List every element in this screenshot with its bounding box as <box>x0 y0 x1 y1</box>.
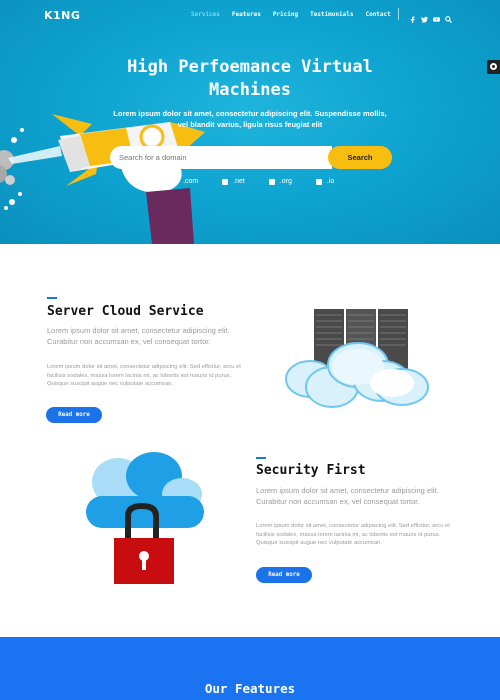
hero-section: K1NG Services Features Pricing Testimoni… <box>0 0 500 244</box>
search-button[interactable]: Search <box>328 146 392 169</box>
search-icon[interactable] <box>445 10 452 23</box>
domain-search-form: Search <box>110 146 392 169</box>
section-title-security: Security First <box>256 463 366 478</box>
nav-link-features[interactable]: Features <box>232 11 261 18</box>
section-body-security: Lorem ipsum dolor sit amet, consectetur … <box>256 523 450 547</box>
domain-search-input[interactable] <box>110 146 332 169</box>
twitter-icon[interactable] <box>421 10 428 23</box>
section-title-server: Server Cloud Service <box>47 304 204 319</box>
tld-label: .io <box>326 178 335 185</box>
checkbox[interactable] <box>222 178 229 185</box>
checkbox[interactable] <box>315 178 322 185</box>
tld-option-com[interactable]: .com <box>172 178 198 185</box>
read-more-button[interactable]: Read more <box>256 567 312 583</box>
checkbox[interactable] <box>268 178 275 185</box>
section-lead-server: Lorem ipsum dolor sit amet, consectetur … <box>47 326 230 346</box>
lock-cloud-illustration <box>86 452 204 584</box>
settings-gear-icon[interactable] <box>487 60 500 74</box>
section-body-server: Lorem ipsum dolor sit amet, consectetur … <box>47 364 241 388</box>
section-accent-line <box>256 457 266 459</box>
checkbox[interactable] <box>172 178 178 185</box>
top-navbar: K1NG Services Features Pricing Testimoni… <box>0 0 500 30</box>
section-lead-security: Lorem ipsum dolor sit amet, consectetur … <box>256 486 439 506</box>
hero-subtitle: Lorem ipsum dolor sit amet, consectetur … <box>113 109 387 129</box>
features-title: Our Features <box>204 681 296 696</box>
read-more-button[interactable]: Read more <box>46 407 102 423</box>
rocket-hand-illustration <box>0 114 205 244</box>
logo[interactable]: K1NG <box>44 9 80 22</box>
social-links <box>409 10 452 23</box>
nav-link-services[interactable]: Services <box>191 11 220 18</box>
hero-title: High Perfoemance Virtual Machines <box>127 57 373 100</box>
tld-label: .com <box>183 178 199 185</box>
facebook-icon[interactable] <box>409 10 416 23</box>
tld-option-org[interactable]: .org <box>268 178 292 185</box>
tld-option-net[interactable]: .net <box>222 178 245 185</box>
tld-option-io[interactable]: .io <box>315 178 335 185</box>
nav-link-testimonials[interactable]: Testimonials <box>310 11 353 18</box>
main-menu: Services Features Pricing Testimonials C… <box>191 11 403 18</box>
section-accent-line <box>47 297 57 299</box>
features-section: Our Features <box>0 637 500 700</box>
tld-label: .net <box>233 178 245 185</box>
tld-checkbox-list: .com .net .org .io <box>172 178 358 185</box>
server-cloud-illustration <box>285 309 429 408</box>
nav-link-contact[interactable]: Contact <box>365 11 390 18</box>
youtube-icon[interactable] <box>433 10 440 22</box>
tld-label: .org <box>279 178 292 185</box>
nav-divider <box>398 8 399 20</box>
nav-link-pricing[interactable]: Pricing <box>273 11 298 18</box>
